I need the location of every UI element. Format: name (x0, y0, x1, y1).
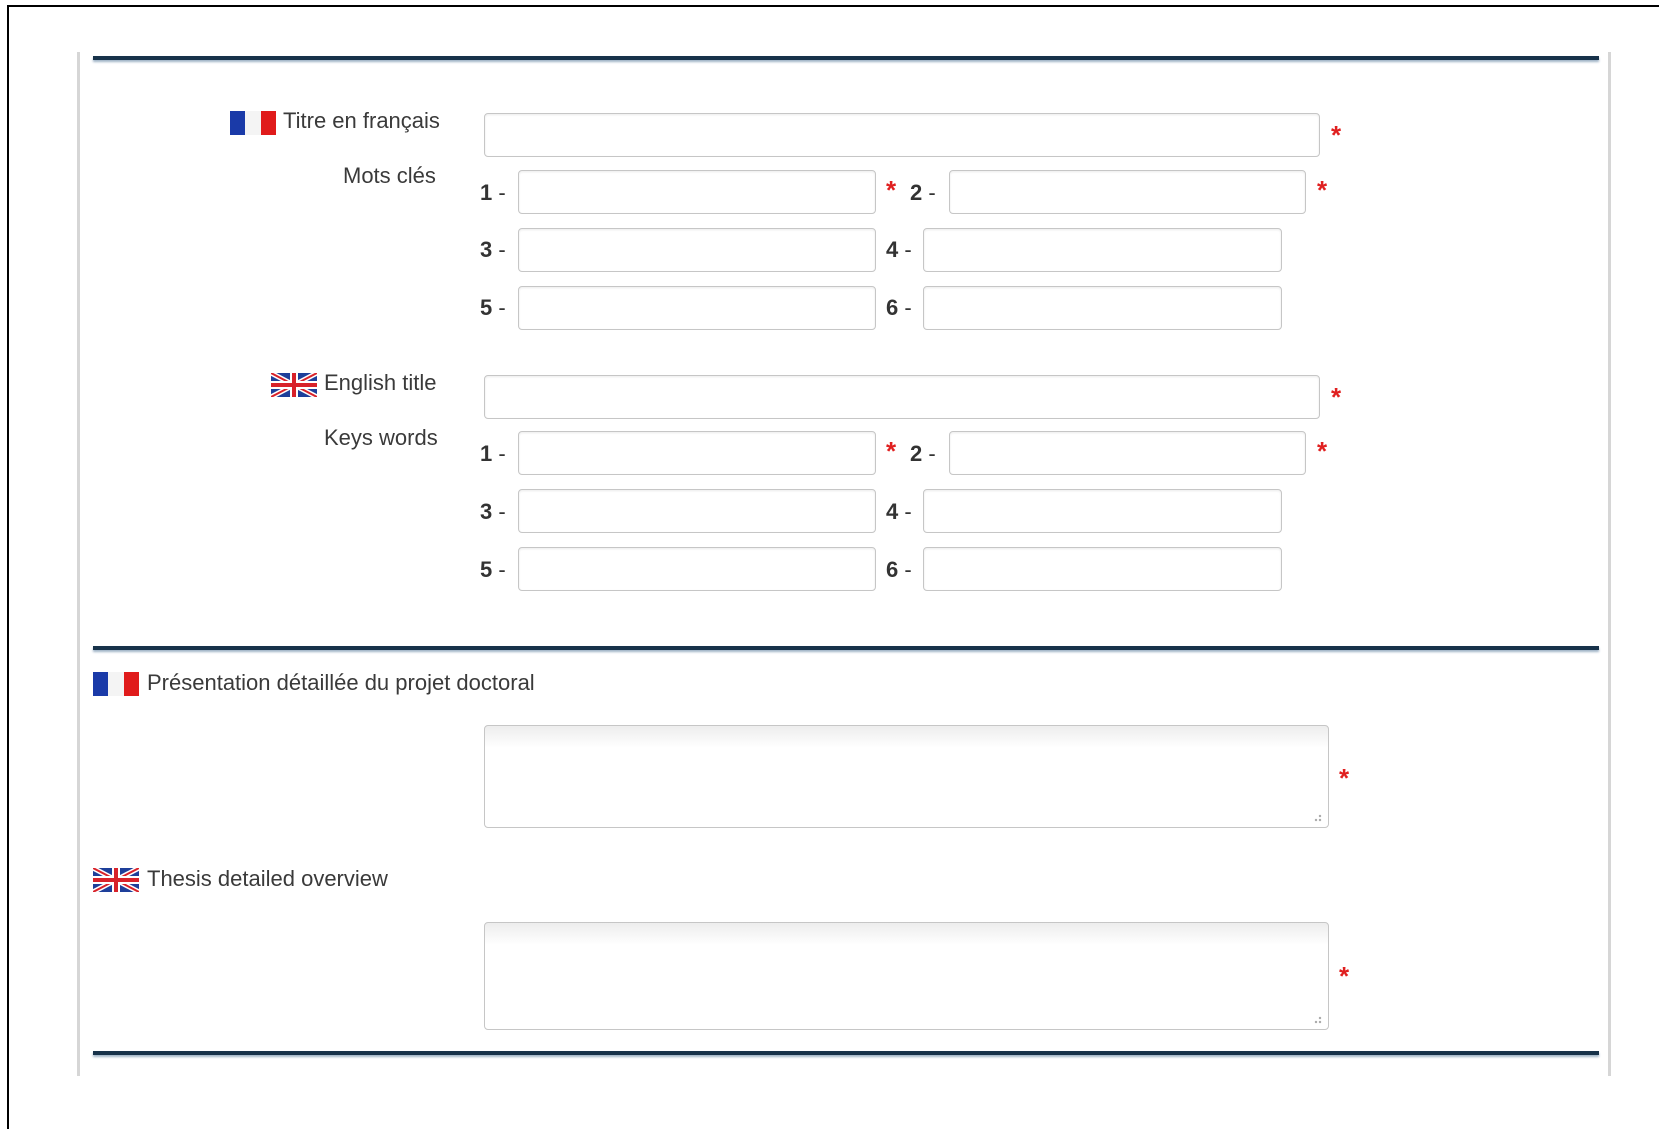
fr-keyword-1-input[interactable] (518, 170, 876, 214)
required-mark: * (886, 175, 897, 205)
france-flag-icon (230, 111, 276, 135)
keyword-number-3: 3 - (480, 499, 506, 524)
en-keyword-3-input[interactable] (518, 489, 876, 533)
uk-flag-icon (93, 868, 139, 892)
required-mark: * (1331, 120, 1342, 150)
keyword-number-4: 4 - (886, 237, 912, 262)
fr-title-label: Titre en français (283, 108, 440, 133)
en-title-input[interactable] (484, 375, 1320, 419)
keyword-number-4: 4 - (886, 499, 912, 524)
keyword-number-2: 2 - (910, 180, 936, 205)
en-keyword-4-input[interactable] (923, 489, 1282, 533)
fr-keyword-6-input[interactable] (923, 286, 1282, 330)
fr-keyword-5-input[interactable] (518, 286, 876, 330)
required-mark: * (1339, 961, 1350, 991)
keyword-number-5: 5 - (480, 295, 506, 320)
required-mark: * (1331, 382, 1342, 412)
en-overview-label: Thesis detailed overview (147, 866, 388, 891)
fr-keywords-label: Mots clés (343, 163, 436, 188)
fr-presentation-textarea[interactable] (484, 725, 1329, 828)
en-title-label: English title (324, 370, 437, 395)
fr-title-input[interactable] (484, 113, 1320, 157)
required-mark: * (1317, 436, 1328, 466)
en-keyword-5-input[interactable] (518, 547, 876, 591)
resize-grip-icon[interactable] (1310, 810, 1322, 822)
keyword-number-5: 5 - (480, 557, 506, 582)
en-keyword-1-input[interactable] (518, 431, 876, 475)
fr-keyword-2-input[interactable] (949, 170, 1306, 214)
en-keyword-6-input[interactable] (923, 547, 1282, 591)
keyword-number-2: 2 - (910, 441, 936, 466)
section-divider-middle (93, 646, 1599, 650)
fr-keyword-4-input[interactable] (923, 228, 1282, 272)
keyword-number-6: 6 - (886, 557, 912, 582)
en-overview-textarea[interactable] (484, 922, 1329, 1030)
section-divider-bottom (93, 1051, 1599, 1055)
required-mark: * (1339, 763, 1350, 793)
keyword-number-1: 1 - (480, 441, 506, 466)
resize-grip-icon[interactable] (1310, 1012, 1322, 1024)
fr-keyword-3-input[interactable] (518, 228, 876, 272)
en-keywords-label: Keys words (324, 425, 438, 450)
required-mark: * (1317, 175, 1328, 205)
required-mark: * (886, 436, 897, 466)
section-divider-top (93, 56, 1599, 60)
keyword-number-6: 6 - (886, 295, 912, 320)
en-keyword-2-input[interactable] (949, 431, 1306, 475)
france-flag-icon (93, 672, 139, 696)
keyword-number-3: 3 - (480, 237, 506, 262)
keyword-number-1: 1 - (480, 180, 506, 205)
uk-flag-icon (271, 373, 317, 397)
fr-presentation-label: Présentation détaillée du projet doctora… (147, 670, 535, 695)
